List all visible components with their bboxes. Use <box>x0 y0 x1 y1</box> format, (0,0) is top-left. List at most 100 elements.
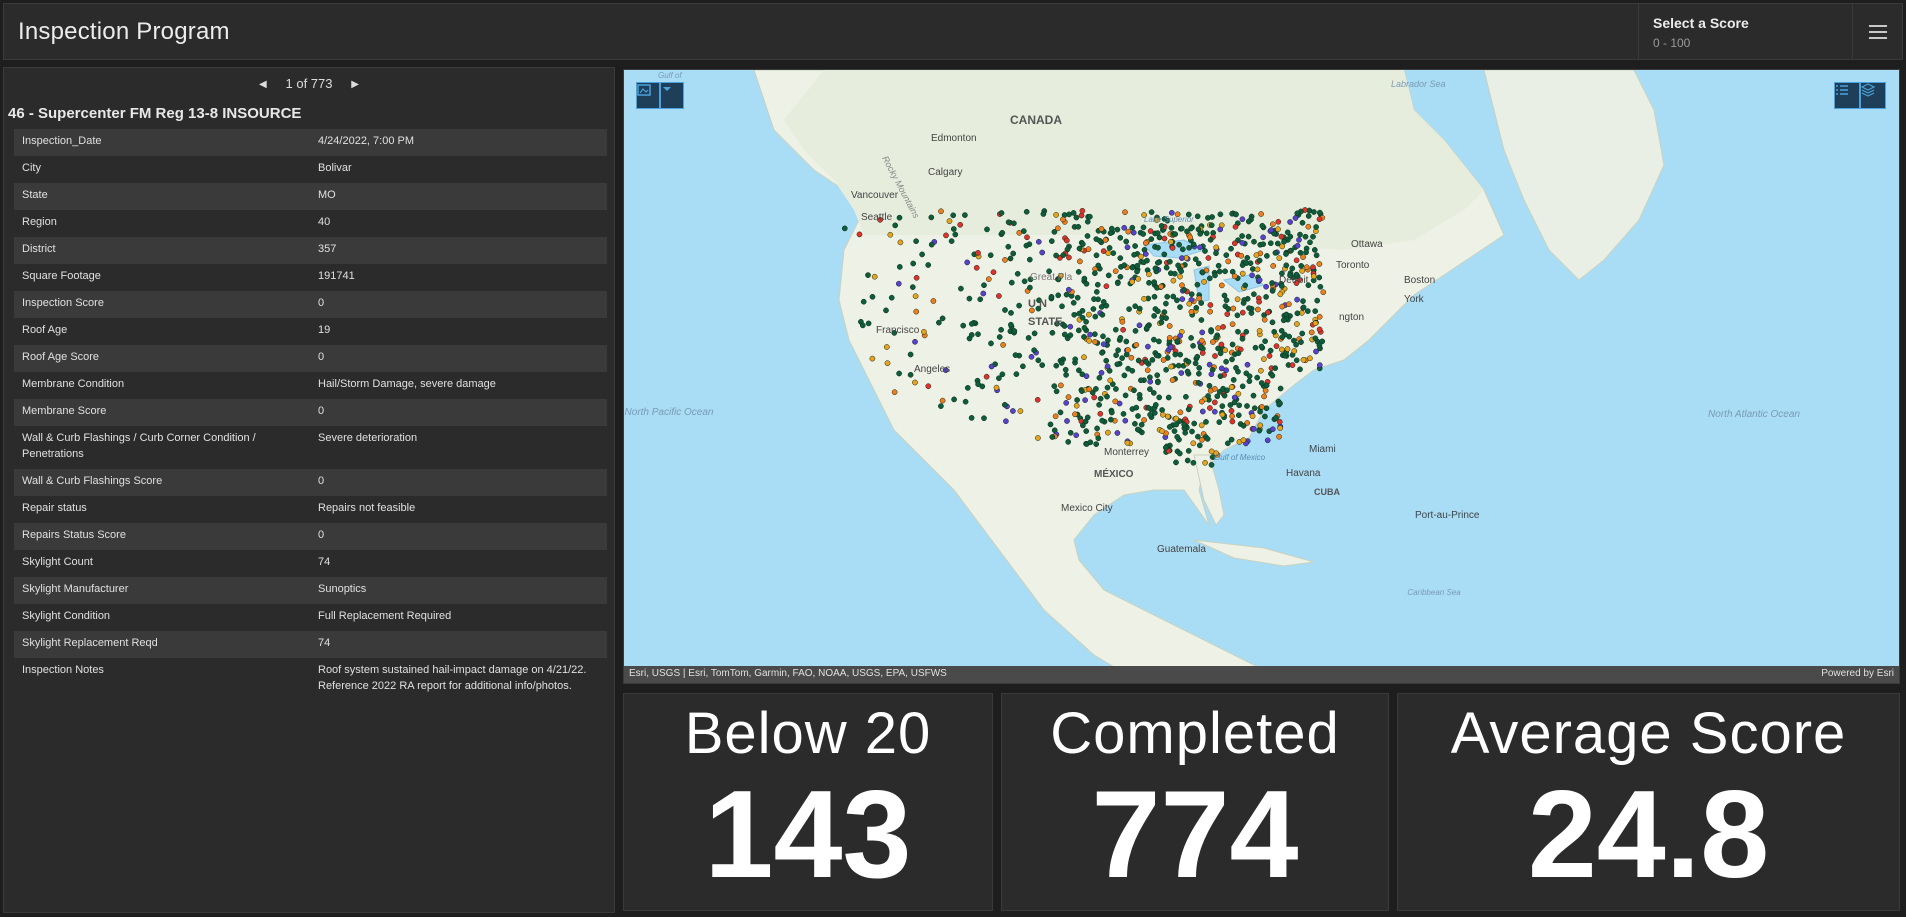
inspection-point[interactable] <box>1063 372 1069 378</box>
inspection-point[interactable] <box>1135 413 1141 419</box>
inspection-point[interactable] <box>1028 353 1035 360</box>
inspection-point[interactable] <box>1308 329 1315 336</box>
inspection-point[interactable] <box>1166 334 1173 341</box>
inspection-point[interactable] <box>1067 332 1074 339</box>
inspection-point[interactable] <box>1213 334 1220 341</box>
inspection-point[interactable] <box>1196 442 1203 449</box>
inspection-point[interactable] <box>1317 283 1324 290</box>
inspection-point[interactable] <box>910 260 917 267</box>
inspection-point[interactable] <box>1239 233 1245 239</box>
inspection-point[interactable] <box>1093 289 1100 295</box>
inspection-point[interactable] <box>1154 259 1161 266</box>
inspection-point[interactable] <box>1291 348 1298 354</box>
inspection-point[interactable] <box>1235 350 1242 357</box>
inspection-point[interactable] <box>1035 238 1042 245</box>
inspection-point[interactable] <box>1093 252 1100 259</box>
inspection-point[interactable] <box>1078 212 1085 219</box>
inspection-point[interactable] <box>1100 299 1107 305</box>
inspection-point[interactable] <box>1302 233 1309 240</box>
inspection-point[interactable] <box>1095 262 1102 269</box>
inspection-point[interactable] <box>993 384 1000 391</box>
inspection-point[interactable] <box>907 371 914 378</box>
inspection-point[interactable] <box>1061 323 1068 329</box>
inspection-point[interactable] <box>1184 457 1191 464</box>
inspection-point[interactable] <box>1159 407 1165 413</box>
inspection-point[interactable] <box>1254 266 1261 273</box>
inspection-point[interactable] <box>1184 368 1191 375</box>
inspection-point[interactable] <box>1131 387 1137 394</box>
inspection-point[interactable] <box>1265 309 1271 316</box>
inspection-point[interactable] <box>1236 402 1243 409</box>
inspection-point[interactable] <box>1112 268 1119 275</box>
inspection-point[interactable] <box>1275 218 1282 225</box>
inspection-point[interactable] <box>1300 298 1306 304</box>
inspection-point[interactable] <box>1130 229 1137 236</box>
inspection-point[interactable] <box>1271 328 1278 335</box>
inspection-point[interactable] <box>1272 365 1279 371</box>
inspection-point[interactable] <box>1016 302 1022 309</box>
inspection-point[interactable] <box>1189 428 1195 435</box>
inspection-point[interactable] <box>841 225 848 232</box>
inspection-point[interactable] <box>1185 448 1192 454</box>
inspection-point[interactable] <box>1053 362 1060 369</box>
inspection-point[interactable] <box>1010 408 1016 414</box>
inspection-point[interactable] <box>1203 419 1209 425</box>
inspection-point[interactable] <box>1256 257 1263 264</box>
next-record-icon[interactable]: ▶ <box>346 79 364 90</box>
inspection-point[interactable] <box>1292 215 1299 221</box>
inspection-point[interactable] <box>1135 276 1142 282</box>
inspection-point[interactable] <box>1103 283 1110 290</box>
inspection-point[interactable] <box>1169 245 1176 251</box>
inspection-point[interactable] <box>1186 300 1193 307</box>
inspection-point[interactable] <box>1141 295 1147 302</box>
inspection-point[interactable] <box>1014 270 1021 277</box>
inspection-point[interactable] <box>1204 436 1211 442</box>
inspection-point[interactable] <box>1279 243 1286 250</box>
inspection-point[interactable] <box>1228 245 1234 252</box>
inspection-point[interactable] <box>1223 252 1230 258</box>
inspection-point[interactable] <box>1035 435 1041 441</box>
inspection-point[interactable] <box>1166 323 1173 329</box>
inspection-point[interactable] <box>1176 241 1182 248</box>
inspection-point[interactable] <box>1094 425 1100 432</box>
inspection-point[interactable] <box>1120 326 1126 333</box>
inspection-point[interactable] <box>1060 252 1067 258</box>
inspection-point[interactable] <box>1192 360 1199 367</box>
inspection-point[interactable] <box>1092 339 1098 345</box>
inspection-point[interactable] <box>1092 270 1098 277</box>
inspection-point[interactable] <box>1163 264 1170 271</box>
inspection-point[interactable] <box>925 262 932 268</box>
inspection-point[interactable] <box>1072 356 1079 363</box>
inspection-point[interactable] <box>1084 218 1091 225</box>
inspection-point[interactable] <box>1239 309 1246 316</box>
inspection-point[interactable] <box>1246 373 1253 380</box>
inspection-point[interactable] <box>1278 233 1285 240</box>
inspection-point[interactable] <box>1171 270 1178 277</box>
inspection-point[interactable] <box>1124 244 1131 251</box>
inspection-point[interactable] <box>1261 356 1267 362</box>
inspection-point[interactable] <box>1160 411 1166 418</box>
inspection-point[interactable] <box>1198 422 1205 429</box>
inspection-point[interactable] <box>1002 257 1008 263</box>
inspection-point[interactable] <box>1121 224 1128 231</box>
inspection-point[interactable] <box>1269 221 1276 228</box>
inspection-point[interactable] <box>1310 264 1316 271</box>
inspection-point[interactable] <box>1123 338 1130 345</box>
inspection-point[interactable] <box>1168 363 1175 370</box>
inspection-point[interactable] <box>1168 225 1175 231</box>
inspection-point[interactable] <box>1316 326 1323 333</box>
inspection-point[interactable] <box>943 232 949 239</box>
basemap[interactable]: Gulf of Labrador Sea CANADA Edmonton Calgary… <box>624 70 1900 684</box>
inspection-point[interactable] <box>1262 387 1269 394</box>
inspection-point[interactable] <box>896 214 903 221</box>
inspection-point[interactable] <box>1273 343 1280 349</box>
inspection-point[interactable] <box>1059 303 1065 310</box>
inspection-point[interactable] <box>1108 409 1115 416</box>
inspection-point[interactable] <box>1313 224 1319 230</box>
inspection-point[interactable] <box>1096 237 1103 244</box>
inspection-point[interactable] <box>1080 422 1086 429</box>
inspection-point[interactable] <box>1277 385 1284 392</box>
inspection-point[interactable] <box>1158 223 1165 229</box>
inspection-point[interactable] <box>1178 225 1185 232</box>
inspection-point[interactable] <box>1311 209 1317 215</box>
